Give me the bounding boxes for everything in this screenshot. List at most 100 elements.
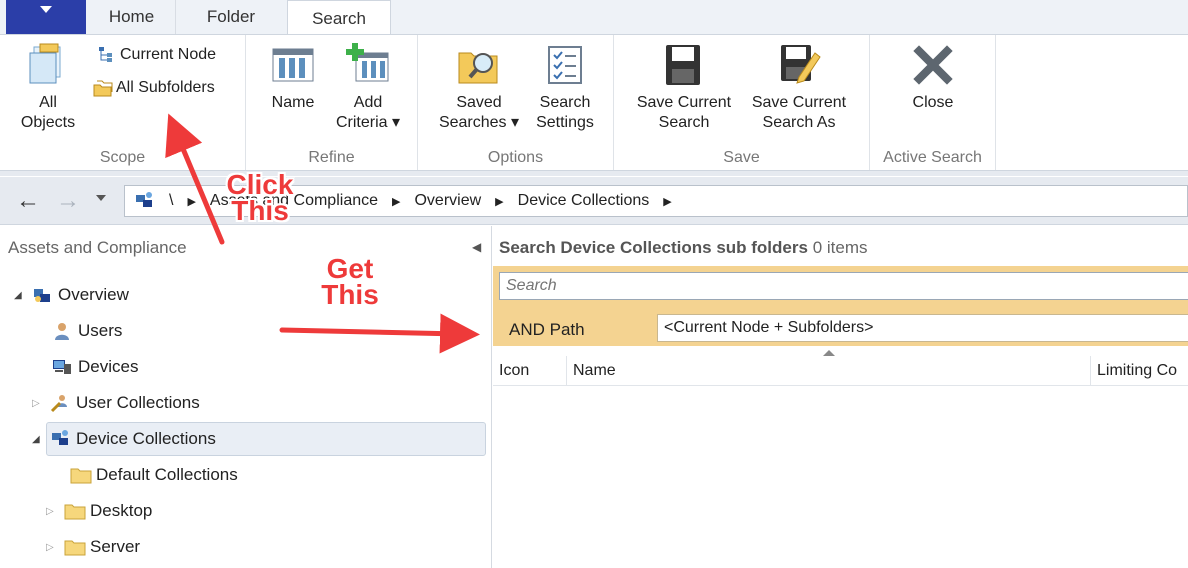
tree-item-users[interactable]: Users: [34, 316, 122, 346]
save-as-label-2: Search As: [762, 114, 836, 131]
tab-search[interactable]: Search: [287, 0, 391, 36]
ribbon-tab-bar: Home Folder Search: [0, 0, 1188, 36]
group-refine: Name Add Criteria ▾ Refine: [246, 35, 418, 171]
file-menu-button[interactable]: [6, 0, 86, 34]
ribbon-divider: [0, 170, 1188, 176]
tree-item-devices[interactable]: Devices: [34, 352, 138, 382]
folder-icon: [70, 465, 92, 485]
results-pane: Search Device Collections sub folders 0 …: [493, 226, 1188, 568]
forward-arrow-icon[interactable]: →: [50, 186, 86, 216]
tab-home[interactable]: Home: [88, 0, 176, 34]
save-icon: [662, 43, 706, 87]
computer-icon: [52, 357, 72, 377]
search-settings-button[interactable]: Search Settings: [528, 43, 602, 133]
and-path-label: AND Path: [509, 320, 585, 339]
collapsed-arrow-icon[interactable]: ▷: [32, 398, 42, 409]
expanded-arrow-icon[interactable]: ◢: [32, 434, 42, 445]
tree-item-user-collections[interactable]: ▷ User Collections: [32, 388, 200, 418]
group-label-scope: Scope: [99, 149, 146, 166]
save-current-search-as-button[interactable]: Save Current Search As: [744, 43, 854, 133]
tree-item-label: Devices: [78, 357, 139, 376]
breadcrumb-device-collections[interactable]: Device Collections: [518, 192, 650, 210]
add-criteria-label-2: Criteria ▾: [335, 114, 401, 131]
folder-icon: [64, 537, 86, 557]
columns-icon: [271, 43, 315, 87]
column-limiting-collection[interactable]: Limiting Co: [1091, 356, 1188, 386]
all-objects-button[interactable]: All Objects: [8, 43, 88, 133]
chevron-right-icon[interactable]: ▶: [392, 195, 400, 208]
chevron-right-icon[interactable]: ▶: [495, 195, 503, 208]
close-search-button[interactable]: Close: [900, 43, 966, 113]
ribbon: All Objects Current Node All Subfolders …: [0, 34, 1188, 171]
breadcrumb-root[interactable]: \: [169, 192, 173, 210]
back-arrow-icon[interactable]: ←: [10, 186, 46, 216]
annotation-click-this: Click This: [218, 171, 302, 226]
group-label-active-search: Active Search: [883, 149, 982, 166]
group-scope: All Objects Current Node All Subfolders …: [0, 35, 246, 171]
close-icon: [911, 43, 955, 87]
tree-item-desktop[interactable]: ▷ Desktop: [46, 496, 152, 526]
tree-item-overview[interactable]: ◢ Overview: [14, 280, 129, 310]
navigation-pane: Assets and Compliance ◀ ◢ Overview Users…: [0, 226, 492, 568]
close-label: Close: [912, 94, 954, 111]
add-criteria-icon: [346, 43, 390, 87]
folder-icon: [64, 501, 86, 521]
search-settings-label-1: Search: [539, 94, 591, 111]
saved-searches-label-2: Searches ▾: [438, 114, 520, 131]
tab-folder[interactable]: Folder: [178, 0, 284, 34]
history-dropdown-icon[interactable]: [96, 195, 106, 201]
column-icon[interactable]: Icon: [493, 356, 567, 386]
annotation-text: This: [321, 279, 379, 310]
address-bar: ← → \ ▶ Assets and Compliance ▶ Overview…: [0, 177, 1188, 225]
tree-item-label: Desktop: [90, 501, 153, 520]
save-as-label-1: Save Current: [751, 94, 847, 111]
tree-item-device-collections[interactable]: ◢ Device Collections: [32, 424, 216, 454]
saved-searches-icon: [457, 43, 501, 87]
tree-item-label: Server: [90, 537, 141, 556]
search-input[interactable]: [499, 272, 1188, 300]
saved-searches-button[interactable]: Saved Searches ▾: [434, 43, 524, 133]
chevron-right-icon[interactable]: ▶: [663, 195, 671, 208]
add-criteria-button[interactable]: Add Criteria ▾: [330, 43, 406, 133]
save-current-search-button[interactable]: Save Current Search: [630, 43, 738, 133]
device-collections-icon: [50, 429, 70, 449]
all-subfolders-button[interactable]: All Subfolders: [92, 76, 215, 100]
all-objects-icon: [26, 43, 70, 87]
user-collections-icon: [50, 393, 70, 413]
collapsed-arrow-icon[interactable]: ▷: [46, 506, 56, 517]
collapse-pane-icon[interactable]: ◀: [472, 240, 481, 254]
user-icon: [52, 321, 72, 341]
tree-item-label: Default Collections: [96, 465, 238, 484]
tree-node-icon: [96, 45, 116, 65]
breadcrumb-overview[interactable]: Overview: [414, 192, 481, 210]
group-label-refine: Refine: [308, 149, 355, 166]
current-node-label: Current Node: [120, 46, 217, 63]
collections-icon: [133, 190, 155, 212]
collapsed-arrow-icon[interactable]: ▷: [46, 542, 56, 553]
all-subfolders-label: All Subfolders: [116, 79, 215, 96]
path-criteria-field[interactable]: <Current Node + Subfolders>: [657, 314, 1188, 342]
checklist-icon: [543, 43, 587, 87]
results-title-text: Search Device Collections sub folders: [499, 238, 808, 257]
name-label: Name: [271, 94, 315, 111]
annotation-text: This: [231, 195, 289, 226]
search-criteria-strip: AND Path <Current Node + Subfolders>: [493, 266, 1188, 346]
save-as-icon: [777, 43, 821, 87]
save-current-search-label-2: Search: [658, 114, 710, 131]
all-objects-label-2: Objects: [20, 114, 76, 131]
group-label-options: Options: [487, 149, 544, 166]
name-button[interactable]: Name: [266, 43, 320, 113]
annotation-get-this: Get This: [312, 255, 388, 310]
results-count: 0 items: [812, 238, 868, 257]
folders-icon: [92, 78, 113, 98]
expanded-arrow-icon[interactable]: ◢: [14, 290, 24, 301]
chevron-right-icon[interactable]: ▶: [187, 195, 195, 208]
navigation-pane-title: Assets and Compliance: [8, 238, 187, 257]
column-name[interactable]: Name: [567, 356, 1091, 386]
tree-item-label: Users: [78, 321, 123, 340]
overview-icon: [32, 285, 52, 305]
current-node-button[interactable]: Current Node: [96, 43, 216, 67]
tree-item-default-collections[interactable]: Default Collections: [52, 460, 238, 490]
group-save: Save Current Search Save Current Search …: [614, 35, 870, 171]
tree-item-server[interactable]: ▷ Server: [46, 532, 140, 562]
